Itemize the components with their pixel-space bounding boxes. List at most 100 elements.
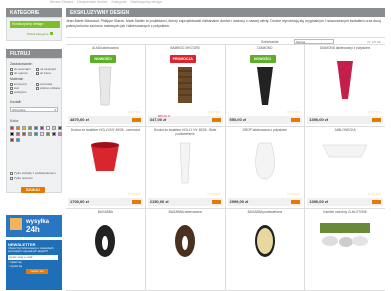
product-image[interactable] xyxy=(334,59,356,102)
extra-option[interactable]: Tylko kształty z podświetleniem xyxy=(10,171,56,175)
product-card[interactable]: DROP lakierowana z połyskiem ☆☆☆☆☆ 2999,00… xyxy=(225,127,306,209)
old-price: 389,00 zł xyxy=(157,114,170,118)
product-name[interactable]: DIAMOND lakierowany z połyskiem xyxy=(307,46,383,51)
product-image[interactable] xyxy=(176,141,194,186)
product-price: 2999,00 zł xyxy=(229,199,249,204)
product-name[interactable]: BAGABBA podświetlona xyxy=(228,210,303,215)
color-swatch[interactable] xyxy=(16,132,20,136)
newsletter-unsubscribe-radio[interactable]: ○ wypisz się xyxy=(8,265,60,268)
color-swatch[interactable] xyxy=(52,126,56,130)
search-button[interactable]: SZUKAJ xyxy=(21,187,45,193)
color-swatch[interactable] xyxy=(10,126,14,130)
product-image[interactable] xyxy=(95,65,115,108)
product-image[interactable] xyxy=(253,223,277,260)
product-name[interactable]: DROP lakierowana z połyskiem xyxy=(228,128,303,133)
newsletter-submit-button[interactable]: zapisz się xyxy=(26,269,48,274)
shipping-banner[interactable]: wysyłka 24h xyxy=(6,215,62,237)
color-swatch[interactable] xyxy=(10,138,14,142)
product-price: 1390,00 zł xyxy=(309,117,328,122)
add-to-cart-button[interactable] xyxy=(291,118,301,122)
product-image[interactable] xyxy=(320,223,371,250)
sort-select[interactable]: Nazwa xyxy=(294,39,334,44)
usage-option[interactable]: do biura xyxy=(36,71,51,75)
category-selected[interactable]: Ekskluzywny design xyxy=(10,21,60,28)
add-to-cart-button[interactable] xyxy=(372,200,381,204)
rating-stars-icon: ☆☆☆☆☆ xyxy=(207,110,221,114)
color-swatch[interactable] xyxy=(22,132,26,136)
add-to-cart-button[interactable] xyxy=(291,200,301,204)
color-swatch[interactable] xyxy=(40,126,44,130)
shape-select[interactable]: Wszystkie xyxy=(10,107,58,112)
add-to-cart-button[interactable] xyxy=(211,200,221,204)
color-label: Kolor: xyxy=(10,119,20,123)
product-image[interactable] xyxy=(254,65,276,108)
product-name[interactable]: BAMBOO 2HG72/90 xyxy=(148,46,223,51)
breadcrumb-item[interactable]: Kategorie xyxy=(111,0,126,4)
main-content: EKSKLUZYWNY DESIGN Jean-Marie Massaud, P… xyxy=(66,8,385,291)
rating-stars-icon: ☆☆☆☆☆ xyxy=(207,192,221,196)
breadcrumb-item[interactable]: Strona Główna xyxy=(50,0,73,4)
color-swatch[interactable] xyxy=(34,132,38,136)
product-card[interactable]: ALMA lakierowana NOWOŚCI ☆☆☆☆☆ 4870,00 zł xyxy=(66,45,146,127)
breadcrumb: Strona Główna Dizajnerskie donice Katego… xyxy=(50,0,165,6)
product-name[interactable]: BAGABBA lakierowana xyxy=(148,210,223,215)
add-to-cart-button[interactable] xyxy=(131,200,141,204)
product-name[interactable]: JABŁONECKA xyxy=(307,128,383,133)
color-swatch[interactable] xyxy=(16,138,20,142)
language-flags[interactable]: PL EN DE xyxy=(367,40,381,44)
usage-option[interactable]: do ogrodu xyxy=(10,71,28,75)
product-image[interactable] xyxy=(88,141,122,176)
extra-option[interactable]: Tylko nowości xyxy=(10,176,33,180)
material-option[interactable]: włókno szklane xyxy=(36,86,60,90)
product-name[interactable]: BAGABBA xyxy=(68,210,143,215)
product-name[interactable]: Donica ze światłem HOLLY NY 48/36 - Biał… xyxy=(148,128,223,136)
product-image[interactable] xyxy=(173,223,197,260)
product-name[interactable]: Kamień ozdobny ZLIN-STONE xyxy=(307,210,383,215)
color-swatch[interactable] xyxy=(46,126,50,130)
color-swatch[interactable] xyxy=(58,126,62,130)
sort-bar: Sortowanie Nazwa PL EN DE xyxy=(66,37,385,45)
product-card[interactable]: JABŁONECKA ☆☆☆☆☆ 1390,00 zł xyxy=(305,127,385,209)
product-card[interactable]: BAMBOO 2HG72/90 PROMOCJA ☆☆☆☆☆ 389,00 zł 347… xyxy=(145,45,226,127)
product-card[interactable]: Kamień ozdobny ZLIN-STONE xyxy=(305,209,385,291)
product-badge: NOWOŚCI xyxy=(90,55,116,63)
sort-label: Sortowanie xyxy=(261,40,279,44)
add-to-cart-button[interactable] xyxy=(372,118,381,122)
newsletter-subscribe-radio[interactable]: ○ zapisz się xyxy=(8,261,60,264)
color-swatch[interactable] xyxy=(16,126,20,130)
product-image[interactable] xyxy=(321,141,369,162)
color-swatch[interactable] xyxy=(28,126,32,130)
product-badge: PROMOCJA xyxy=(169,55,196,63)
price-bar: 4870,00 zł xyxy=(68,116,143,124)
product-card[interactable]: Donica ze światłem HOLLY NY 48/36 - Biał… xyxy=(145,127,226,209)
product-card[interactable]: DIAMOND NOWOŚCI ☆☆☆☆☆ 550,00 zł xyxy=(225,45,306,127)
product-card[interactable]: DIAMOND lakierowany z połyskiem ☆☆☆☆☆ 1390… xyxy=(305,45,385,127)
newsletter-box: NEWSLETTER Chcesz być informowany o nowo… xyxy=(6,240,62,290)
newsletter-email-input[interactable]: wpisz swój e-mail xyxy=(8,255,58,260)
product-name[interactable]: Donica ze światłem HOLLY/NY 48/36 - czer… xyxy=(68,128,143,133)
product-image[interactable] xyxy=(175,65,195,106)
color-swatch[interactable] xyxy=(46,132,50,136)
material-option[interactable]: polietylen xyxy=(10,90,27,94)
breadcrumb-item[interactable]: Dizajnerskie donice xyxy=(77,0,107,4)
product-card[interactable]: Donica ze światłem HOLLY/NY 48/36 - czer… xyxy=(66,127,146,209)
color-swatch[interactable] xyxy=(22,126,26,130)
color-swatch[interactable] xyxy=(58,132,62,136)
product-image[interactable] xyxy=(93,223,117,260)
product-card[interactable]: BAGABBA xyxy=(66,209,146,291)
product-name[interactable]: DIAMOND xyxy=(228,46,303,51)
add-to-cart-button[interactable] xyxy=(211,118,221,122)
show-categories-link[interactable]: Pokaż kategorie xyxy=(27,32,53,36)
usage-label: Zastosowanie: xyxy=(10,62,33,66)
color-swatch[interactable] xyxy=(28,132,32,136)
color-swatch[interactable] xyxy=(52,132,56,136)
color-swatch[interactable] xyxy=(34,126,38,130)
color-swatch[interactable] xyxy=(10,132,14,136)
add-to-cart-button[interactable] xyxy=(131,118,141,122)
color-swatch[interactable] xyxy=(40,132,44,136)
product-image[interactable] xyxy=(253,141,277,182)
product-card[interactable]: BAGABBA lakierowana xyxy=(145,209,226,291)
product-badge: NOWOŚCI xyxy=(249,55,276,63)
product-card[interactable]: BAGABBA podświetlona xyxy=(225,209,306,291)
product-name[interactable]: ALMA lakierowana xyxy=(68,46,143,51)
